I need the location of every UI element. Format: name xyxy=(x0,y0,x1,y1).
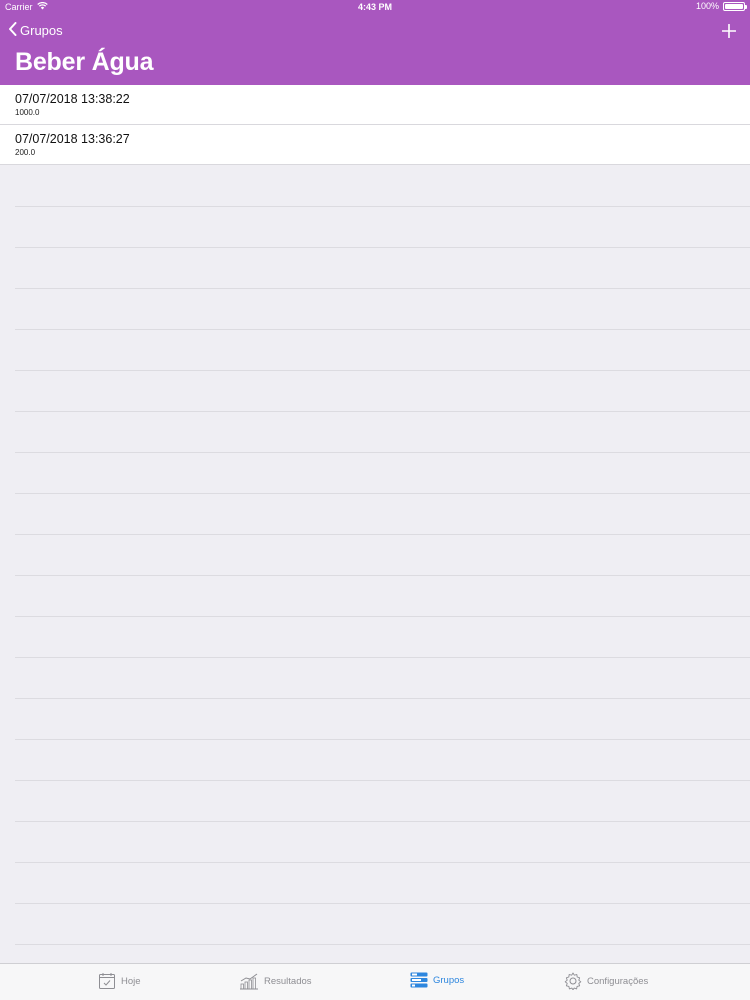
tab-bar: Hoje Resultados Grupos Configurações xyxy=(0,963,750,1000)
add-button[interactable] xyxy=(721,20,737,42)
status-bar: Carrier 4:43 PM 100% xyxy=(0,0,750,14)
row-separator xyxy=(15,288,750,289)
row-separator xyxy=(15,821,750,822)
row-separator xyxy=(15,903,750,904)
entry-datetime: 07/07/2018 13:38:22 xyxy=(15,92,130,106)
battery-icon xyxy=(723,1,747,11)
row-separator xyxy=(15,452,750,453)
row-separator xyxy=(15,944,750,945)
groups-icon xyxy=(410,972,428,988)
chart-icon xyxy=(240,973,258,990)
row-separator xyxy=(15,862,750,863)
back-button[interactable]: Grupos xyxy=(8,22,63,39)
row-separator xyxy=(15,739,750,740)
tab-resultados[interactable]: Resultados xyxy=(239,972,312,990)
entry-value: 1000.0 xyxy=(15,108,40,117)
row-separator xyxy=(15,247,750,248)
entries-list: 07/07/2018 13:38:22 1000.0 07/07/2018 13… xyxy=(0,85,750,165)
row-separator xyxy=(15,534,750,535)
tab-grupos[interactable]: Grupos xyxy=(410,972,464,988)
row-separator xyxy=(15,329,750,330)
gear-icon xyxy=(564,972,582,990)
calendar-check-icon xyxy=(99,973,115,989)
tab-label: Resultados xyxy=(264,975,312,987)
row-separator xyxy=(15,616,750,617)
entry-value: 200.0 xyxy=(15,148,36,157)
list-item[interactable]: 07/07/2018 13:36:27 200.0 xyxy=(0,125,750,165)
row-separator xyxy=(15,370,750,371)
row-separator xyxy=(15,411,750,412)
page-title: Beber Água xyxy=(15,48,154,76)
list-item[interactable]: 07/07/2018 13:38:22 1000.0 xyxy=(0,85,750,125)
row-separator xyxy=(15,575,750,576)
tab-configuracoes[interactable]: Configurações xyxy=(564,972,648,990)
navigation-header: Carrier 4:43 PM 100% Grupos Beber Água xyxy=(0,0,750,85)
chevron-left-icon xyxy=(8,22,17,39)
row-separator xyxy=(15,493,750,494)
row-separator xyxy=(15,698,750,699)
row-separator xyxy=(15,206,750,207)
tab-hoje[interactable]: Hoje xyxy=(98,972,141,990)
row-separator xyxy=(15,657,750,658)
battery-percent: 100% xyxy=(695,1,719,11)
row-separator xyxy=(15,780,750,781)
tab-label: Grupos xyxy=(433,974,465,986)
back-button-label: Grupos xyxy=(20,23,63,38)
tab-label: Configurações xyxy=(587,975,649,987)
empty-table-area xyxy=(0,166,750,963)
plus-icon xyxy=(721,23,737,39)
entry-datetime: 07/07/2018 13:36:27 xyxy=(15,132,130,146)
status-time: 4:43 PM xyxy=(357,2,392,12)
tab-label: Hoje xyxy=(121,975,141,987)
